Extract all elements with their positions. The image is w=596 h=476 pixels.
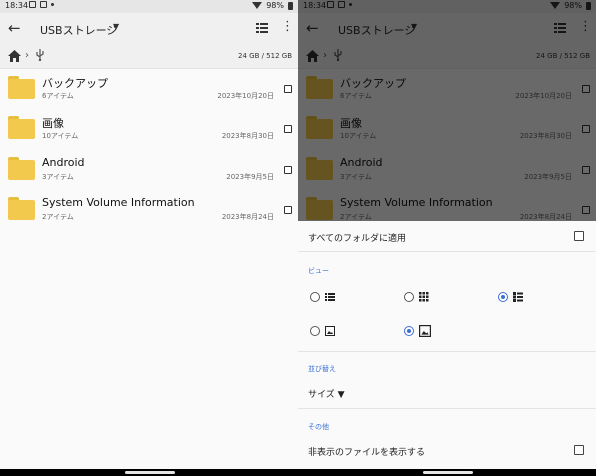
apply-all-checkbox[interactable]	[574, 231, 584, 241]
sort-by-dropdown[interactable]: サイズ ▼	[308, 387, 345, 400]
show-hidden-checkbox[interactable]	[574, 445, 584, 455]
more-notifications-icon	[51, 3, 54, 6]
home-gesture-handle[interactable]	[125, 471, 175, 474]
gesture-nav-bar	[0, 469, 298, 476]
view-options-sheet: すべてのフォルダに適用 ビュー 並び替え サイズ ▼ その他 非表示のファイルを…	[298, 221, 596, 469]
notification-icon	[40, 1, 47, 8]
storage-title[interactable]: USBストレージ	[40, 22, 117, 38]
wifi-icon	[252, 2, 263, 9]
item-count: 10アイテム	[42, 132, 79, 140]
apply-all-row[interactable]: すべてのフォルダに適用	[298, 221, 596, 252]
folder-row[interactable]: System Volume Information 2アイテム 2023年8月2…	[0, 190, 298, 230]
list-icon	[325, 293, 335, 301]
view-radio-list-detail[interactable]	[498, 292, 508, 302]
select-checkbox[interactable]	[284, 166, 292, 174]
grid-icon	[419, 292, 429, 302]
view-section-header: ビュー	[308, 267, 329, 275]
back-arrow-icon[interactable]: ←	[8, 19, 26, 37]
folder-row[interactable]: バックアップ 6アイテム 2023年10月20日	[0, 69, 298, 109]
folder-icon	[8, 157, 35, 180]
thumbnail-small-icon	[325, 326, 335, 336]
gesture-nav-bar	[298, 469, 596, 476]
chevron-right-icon: ›	[25, 50, 29, 61]
item-count: 3アイテム	[42, 173, 74, 181]
notification-icon	[29, 1, 36, 8]
modified-date: 2023年10月20日	[217, 92, 274, 100]
list-view-icon[interactable]	[256, 22, 268, 34]
apply-all-label: すべてのフォルダに適用	[308, 234, 407, 244]
folder-icon	[8, 116, 35, 139]
item-count: 6アイテム	[42, 92, 74, 100]
view-options-screen: 18:34 98% ← USBストレージ ▼ ⋮ › 24 GB / 512 G…	[298, 0, 596, 476]
status-time: 18:34	[5, 1, 29, 10]
item-count: 2アイテム	[42, 213, 74, 221]
path-breadcrumb: › 24 GB / 512 GB	[0, 45, 298, 69]
divider	[298, 351, 596, 352]
folder-icon	[8, 76, 35, 99]
folder-row[interactable]: 画像 10アイテム 2023年8月30日	[0, 109, 298, 149]
storage-capacity: 24 GB / 512 GB	[238, 52, 292, 60]
battery-icon	[288, 1, 293, 10]
sort-section-header: 並び替え	[308, 365, 336, 373]
home-icon[interactable]	[8, 50, 21, 62]
modified-date: 2023年8月24日	[221, 213, 274, 221]
battery-percent: 98%	[266, 1, 284, 10]
folder-icon	[8, 197, 35, 220]
folder-name: Android	[42, 156, 85, 169]
select-checkbox[interactable]	[284, 206, 292, 214]
other-section-header: その他	[308, 423, 329, 431]
list-detail-icon	[513, 292, 523, 302]
view-radio-list[interactable]	[310, 292, 320, 302]
toolbar: ← USBストレージ ▼ ⋮	[0, 13, 298, 45]
folder-name: 画像	[42, 117, 64, 130]
folder-row[interactable]: Android 3アイテム 2023年9月5日	[0, 150, 298, 190]
dropdown-caret-icon[interactable]: ▼	[113, 22, 119, 31]
select-checkbox[interactable]	[284, 85, 292, 93]
modified-date: 2023年9月5日	[226, 173, 274, 181]
file-browser-screen: 18:34 98% ← USBストレージ ▼ ⋮ › 24 GB / 512 G…	[0, 0, 298, 476]
more-options-icon[interactable]: ⋮	[281, 20, 294, 34]
status-bar: 18:34 98%	[0, 0, 298, 13]
folder-name: バックアップ	[42, 77, 108, 90]
view-radio-grid[interactable]	[404, 292, 414, 302]
modified-date: 2023年8月30日	[221, 132, 274, 140]
divider	[298, 408, 596, 409]
view-radio-thumbnail-large[interactable]	[404, 326, 414, 336]
select-checkbox[interactable]	[284, 125, 292, 133]
home-gesture-handle[interactable]	[423, 471, 473, 474]
usb-icon[interactable]	[36, 49, 44, 61]
thumbnail-large-icon	[419, 325, 431, 337]
show-hidden-label: 非表示のファイルを表示する	[308, 448, 426, 458]
view-radio-thumbnail-small[interactable]	[310, 326, 320, 336]
folder-name: System Volume Information	[42, 196, 195, 209]
